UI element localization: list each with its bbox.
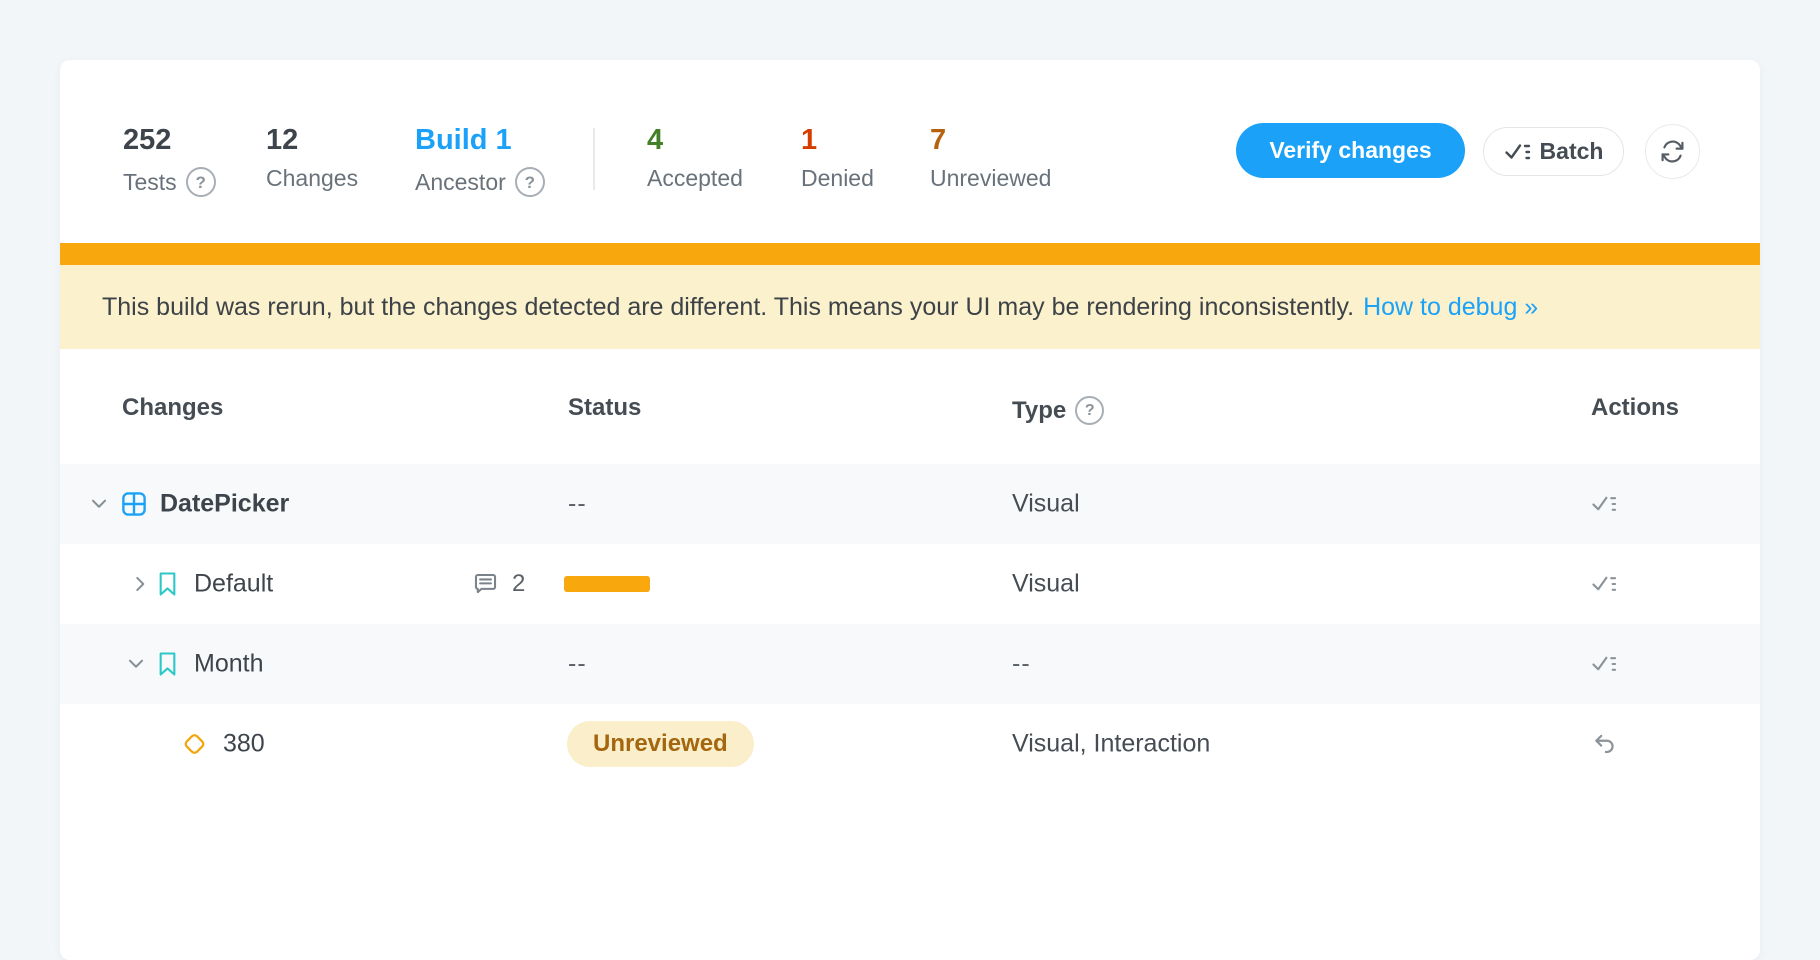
ancestor-label: Ancestor [415, 171, 506, 194]
stat-denied: 1 Denied [801, 126, 874, 190]
unreviewed-count: 7 [930, 126, 1051, 155]
type-value: Visual [1012, 570, 1080, 599]
table-row-story-default[interactable]: Default 2 Visual [60, 544, 1760, 624]
build-page: { "colors": { "accent-blue": "#1ba2f8", … [0, 0, 1820, 752]
accepted-count: 4 [647, 126, 743, 155]
help-icon[interactable]: ? [515, 167, 545, 197]
banner-message: This build was rerun, but the changes de… [102, 293, 1354, 322]
tests-label: Tests [123, 171, 177, 194]
chevron-right-icon[interactable] [129, 573, 151, 595]
changes-label: Changes [266, 167, 358, 190]
comment-icon[interactable] [472, 571, 499, 597]
changes-count: 12 [266, 126, 358, 155]
inconsistency-warning-banner: This build was rerun, but the changes de… [60, 265, 1760, 349]
story-name: Default [194, 572, 273, 597]
help-icon[interactable]: ? [186, 167, 216, 197]
type-value: Visual [1012, 490, 1080, 519]
table-row-story-month[interactable]: Month -- -- [60, 624, 1760, 704]
changes-table-body: DatePicker -- Visual Default 2 [60, 464, 1760, 784]
component-name: DatePicker [160, 492, 289, 517]
table-row-component-datepicker[interactable]: DatePicker -- Visual [60, 464, 1760, 544]
table-row-snapshot-380[interactable]: 380 Unreviewed Visual, Interaction [60, 704, 1760, 784]
component-grid-icon [121, 491, 147, 517]
column-header-status: Status [568, 396, 641, 420]
batch-accept-icon[interactable] [1591, 652, 1617, 676]
column-header-actions: Actions [1591, 396, 1679, 420]
story-bookmark-icon [157, 571, 178, 597]
tests-count: 252 [123, 126, 216, 155]
status-progress-bar [564, 576, 650, 592]
comment-count: 2 [512, 570, 525, 598]
batch-button-label: Batch [1540, 138, 1604, 165]
stat-changes: 12 Changes [266, 126, 358, 190]
build-progress-bar [60, 243, 1760, 265]
type-value: -- [1012, 650, 1031, 679]
batch-check-icon [1504, 140, 1531, 164]
column-header-type: Type ? [1012, 396, 1104, 425]
build-summary-card: 252 Tests ? 12 Changes Build 1 Ancestor … [60, 60, 1760, 960]
chevron-down-icon[interactable] [125, 653, 147, 675]
undo-icon[interactable] [1591, 731, 1619, 757]
unreviewed-status-badge: Unreviewed [567, 721, 754, 767]
story-name: Month [194, 652, 263, 677]
changes-table-header: Changes Status Type ? Actions [60, 349, 1760, 464]
rerun-build-button[interactable] [1645, 124, 1700, 179]
batch-accept-icon[interactable] [1591, 492, 1617, 516]
help-icon[interactable]: ? [1075, 396, 1104, 425]
column-header-changes: Changes [122, 396, 223, 420]
batch-button[interactable]: Batch [1483, 127, 1624, 176]
stats-divider [593, 128, 595, 190]
batch-accept-icon[interactable] [1591, 572, 1617, 596]
stat-accepted: 4 Accepted [647, 126, 743, 190]
chevron-down-icon[interactable] [88, 493, 110, 515]
status-value: -- [568, 490, 587, 519]
story-bookmark-icon [157, 651, 178, 677]
ancestor-build-link[interactable]: Build 1 [415, 126, 545, 155]
status-value: -- [568, 650, 587, 679]
verify-changes-button[interactable]: Verify changes [1236, 123, 1465, 178]
type-value: Visual, Interaction [1012, 730, 1210, 759]
how-to-debug-link[interactable]: How to debug » [1363, 293, 1538, 322]
refresh-icon [1658, 137, 1687, 166]
stat-unreviewed: 7 Unreviewed [930, 126, 1051, 190]
accepted-label: Accepted [647, 167, 743, 190]
denied-label: Denied [801, 167, 874, 190]
snapshot-name: 380 [223, 732, 265, 757]
stat-ancestor-build: Build 1 Ancestor ? [415, 126, 545, 197]
type-header-label: Type [1012, 399, 1066, 423]
denied-count: 1 [801, 126, 874, 155]
stat-tests: 252 Tests ? [123, 126, 216, 197]
unreviewed-label: Unreviewed [930, 167, 1051, 190]
change-diamond-icon [179, 729, 210, 760]
